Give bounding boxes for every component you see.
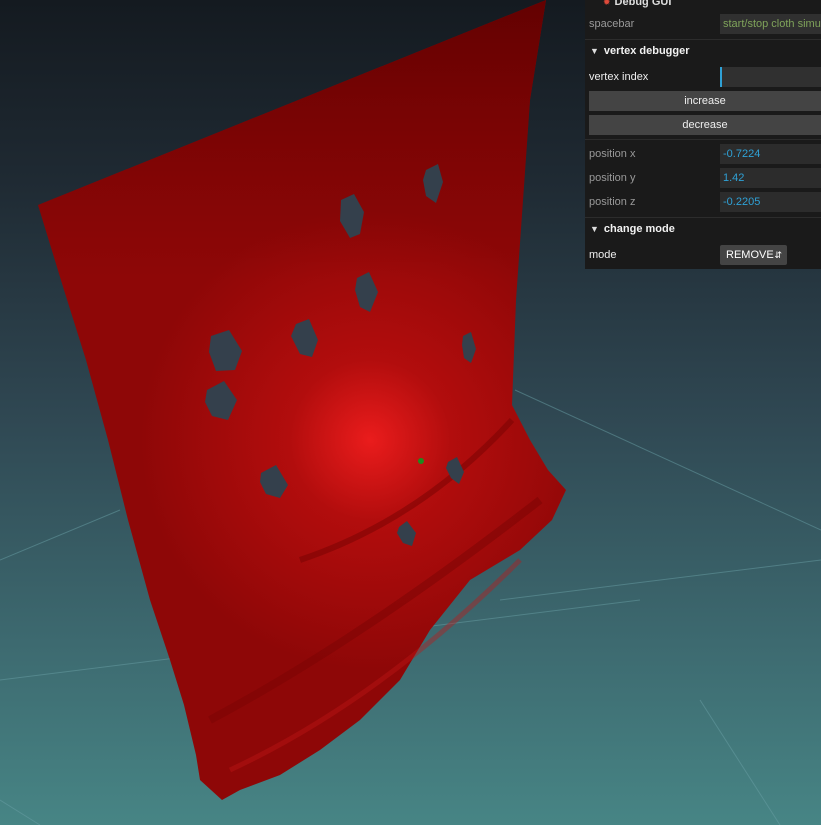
position-x-field[interactable]: -0.7224 — [720, 144, 821, 164]
divider — [585, 139, 821, 140]
cloth-mesh — [38, 0, 566, 800]
spacebar-value-field[interactable]: start/stop cloth simulation — [720, 14, 821, 34]
position-y-field[interactable]: 1.42 — [720, 168, 821, 188]
vertex-index-label: vertex index — [589, 71, 649, 83]
change-mode-folder-title[interactable]: ▼ change mode — [585, 217, 821, 240]
debug-vertex-marker — [418, 458, 424, 464]
gui-title-bar[interactable]: ✹ Debug GUI — [585, 0, 821, 10]
gui-title: Debug GUI — [614, 0, 672, 8]
spacebar-label: spacebar — [589, 18, 635, 30]
position-z-row: position z -0.2205 — [585, 190, 821, 214]
position-x-row: position x -0.7224 — [585, 142, 821, 166]
debug-gui-panel: ✹ Debug GUI spacebar start/stop cloth si… — [585, 0, 821, 269]
chevron-down-icon: ▼ — [590, 224, 599, 234]
chevron-down-icon: ▼ — [590, 46, 599, 56]
position-y-row: position y 1.42 — [585, 166, 821, 190]
mode-row: mode REMOVE ⇵ — [585, 243, 821, 267]
bug-icon: ✹ — [603, 0, 611, 7]
increase-button[interactable]: increase — [589, 91, 821, 111]
position-x-label: position x — [589, 148, 636, 160]
up-down-arrows-icon: ⇵ — [774, 250, 782, 260]
vertex-debugger-title: vertex debugger — [603, 45, 690, 57]
spacebar-row: spacebar start/stop cloth simulation — [585, 12, 821, 36]
vertex-index-row: vertex index — [585, 65, 821, 89]
position-z-label: position z — [589, 196, 636, 208]
position-y-label: position y — [589, 172, 636, 184]
mode-select-value: REMOVE — [726, 249, 774, 261]
mode-select[interactable]: REMOVE ⇵ — [720, 245, 787, 265]
vertex-index-input[interactable] — [720, 67, 821, 87]
position-z-field[interactable]: -0.2205 — [720, 192, 821, 212]
decrease-button[interactable]: decrease — [589, 115, 821, 135]
mode-label: mode — [589, 249, 617, 261]
change-mode-title: change mode — [603, 223, 675, 235]
vertex-debugger-folder-title[interactable]: ▼ vertex debugger — [585, 39, 821, 62]
